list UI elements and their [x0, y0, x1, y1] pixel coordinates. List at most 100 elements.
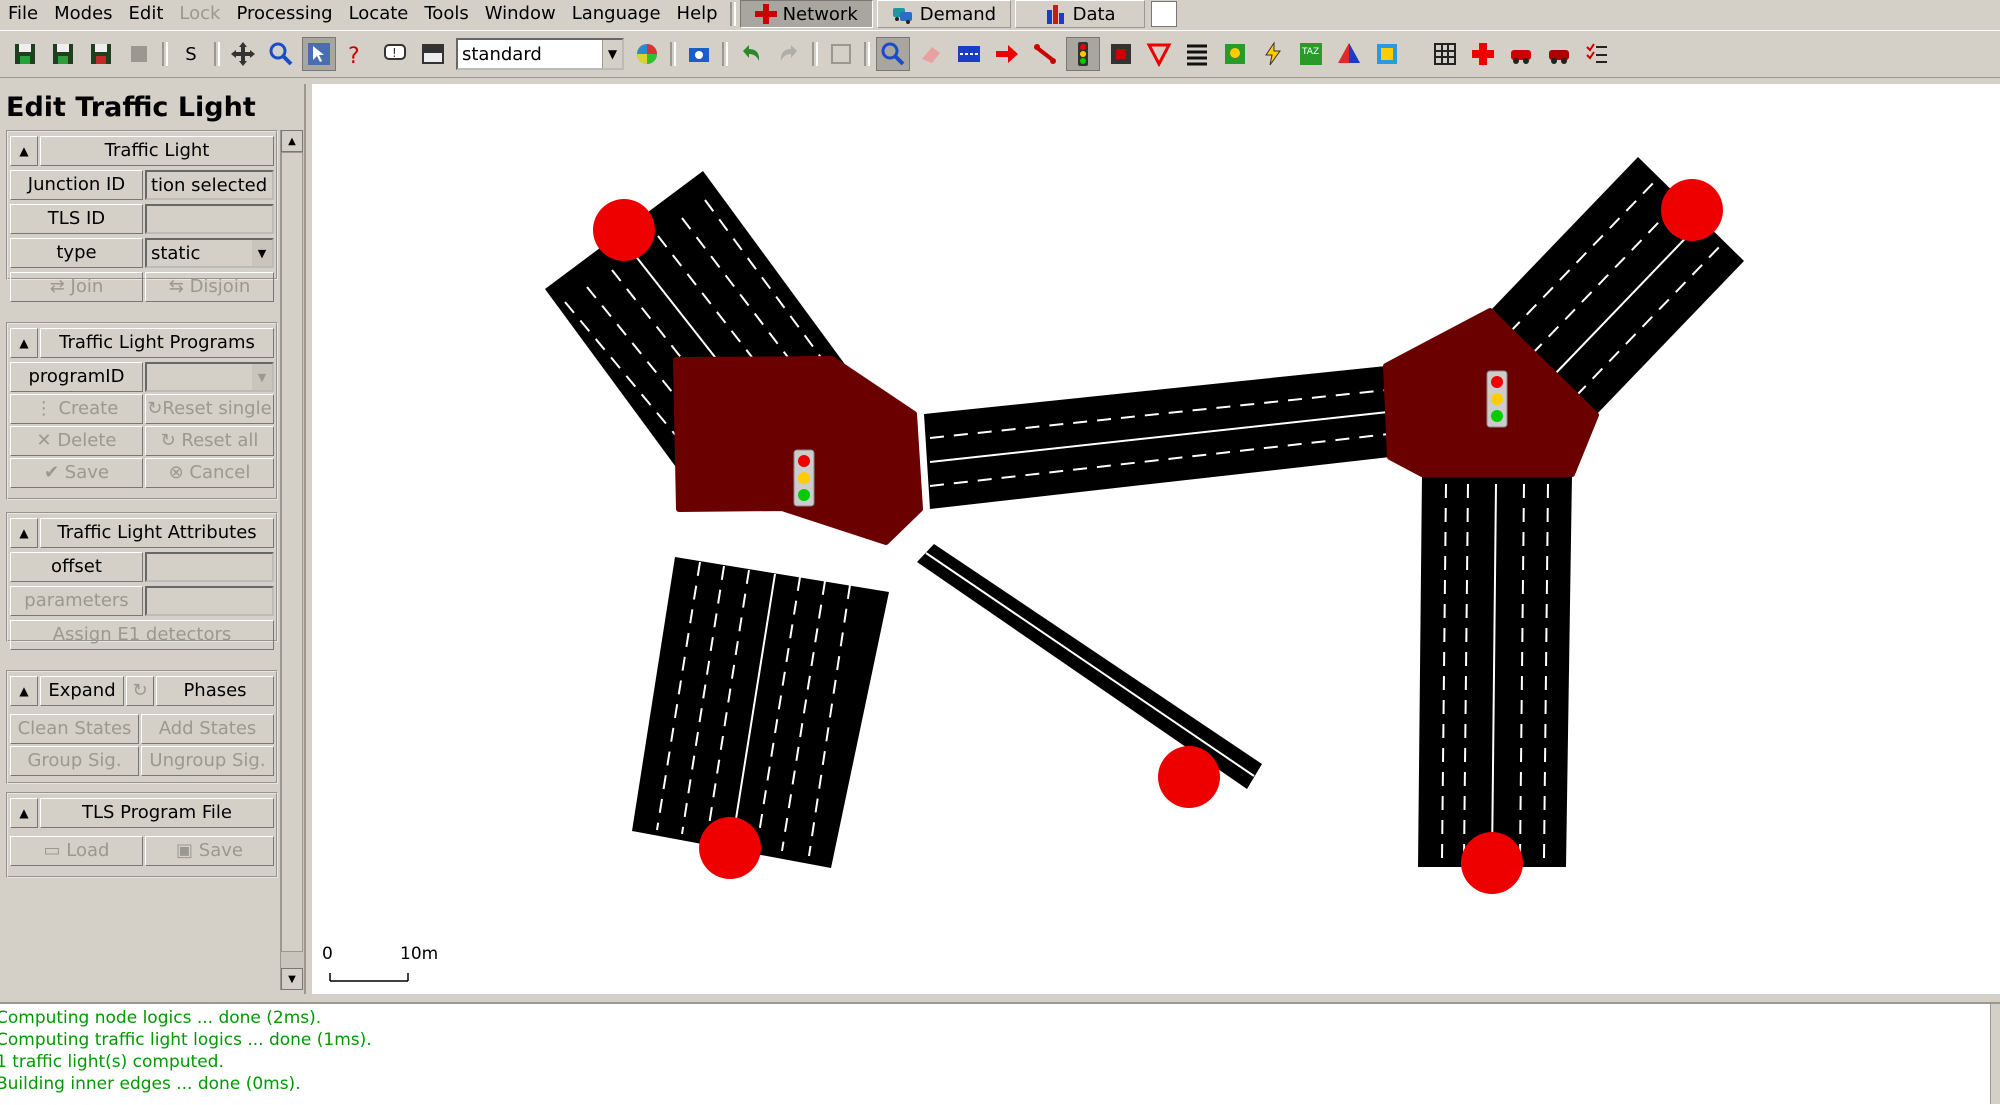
- chevron-down-icon: ▼: [252, 240, 272, 266]
- collapse-programs-button[interactable]: ▲: [10, 328, 38, 358]
- color-wheel-icon[interactable]: [630, 37, 664, 71]
- undo-icon[interactable]: [734, 37, 768, 71]
- additional-mode-icon[interactable]: [1218, 37, 1252, 71]
- node-southwest[interactable]: [699, 817, 761, 879]
- connection-mode-icon[interactable]: [1104, 37, 1138, 71]
- traffic-light-group-title: Traffic Light: [40, 136, 274, 166]
- type-select[interactable]: static ▼: [144, 238, 274, 268]
- screenshot-icon[interactable]: [682, 37, 716, 71]
- compute-icon[interactable]: [824, 37, 858, 71]
- crossing-mode-icon[interactable]: [1180, 37, 1214, 71]
- cancel-program-button[interactable]: ⊗ Cancel: [144, 458, 274, 488]
- menu-help[interactable]: Help: [669, 0, 726, 28]
- menu-language[interactable]: Language: [564, 0, 669, 28]
- menu-tools[interactable]: Tools: [416, 0, 476, 28]
- ungroup-signals-button[interactable]: Ungroup Sig.: [141, 746, 274, 776]
- visualization-scheme-select[interactable]: standard ▼: [456, 38, 624, 70]
- menu-lock[interactable]: Lock: [171, 0, 228, 28]
- data-supermode-button[interactable]: Data: [1015, 0, 1146, 28]
- checklist-icon[interactable]: [1580, 37, 1614, 71]
- menu-modes[interactable]: Modes: [46, 0, 120, 28]
- traffic-light-icon-right[interactable]: [1486, 370, 1508, 428]
- load-program-button[interactable]: ▭ Load: [10, 836, 143, 866]
- menu-locate[interactable]: Locate: [341, 0, 417, 28]
- scroll-up-icon[interactable]: ▲: [281, 130, 303, 152]
- zoom-icon[interactable]: [264, 37, 298, 71]
- collapse-program-file-button[interactable]: ▲: [10, 798, 38, 828]
- select-mode-icon[interactable]: [952, 37, 986, 71]
- offset-field[interactable]: [144, 552, 274, 582]
- collapse-phases-button[interactable]: ▲: [10, 676, 38, 706]
- grid-icon[interactable]: [1428, 37, 1462, 71]
- menu-icon[interactable]: [416, 37, 450, 71]
- junction-id-field[interactable]: tion selected: [144, 170, 274, 200]
- inspect-mode-icon[interactable]: [876, 37, 910, 71]
- move-icon[interactable]: [226, 37, 260, 71]
- vehicle-icon[interactable]: [1504, 37, 1538, 71]
- s-button[interactable]: S: [174, 37, 208, 71]
- add-states-button[interactable]: Add States: [141, 714, 274, 744]
- expand-button[interactable]: Expand: [40, 676, 124, 706]
- polygon-mode-icon[interactable]: [1332, 37, 1366, 71]
- create-edge-icon[interactable]: [1028, 37, 1062, 71]
- network-canvas[interactable]: 0 10m: [312, 84, 2000, 994]
- node-diagonal[interactable]: [1158, 746, 1220, 808]
- phases-refresh-icon[interactable]: ↻: [126, 676, 154, 706]
- save-all-icon[interactable]: [84, 37, 118, 71]
- collapse-attributes-button[interactable]: ▲: [10, 518, 38, 548]
- traffic-light-mode-icon[interactable]: [1066, 37, 1100, 71]
- type-label: type: [10, 238, 143, 268]
- window-restore-icon[interactable]: [1151, 1, 1178, 27]
- network-supermode-button[interactable]: Network: [739, 0, 873, 28]
- collapse-traffic-light-button[interactable]: ▲: [10, 136, 38, 166]
- reset-all-button[interactable]: ↻ Reset all: [144, 426, 274, 456]
- scroll-down-icon[interactable]: ▼: [281, 968, 303, 990]
- create-program-button[interactable]: ⋮ Create: [10, 394, 143, 424]
- save-network-icon[interactable]: [46, 37, 80, 71]
- group-signals-button[interactable]: Group Sig.: [10, 746, 140, 776]
- menu-edit[interactable]: Edit: [121, 0, 172, 28]
- edge-diagonal[interactable]: [917, 544, 1262, 789]
- delete-program-button[interactable]: ✕ Delete: [10, 426, 143, 456]
- scroll-thumb[interactable]: [281, 152, 303, 952]
- open-folder-icon: ▭: [43, 840, 67, 861]
- tooltip-icon[interactable]: !: [378, 37, 412, 71]
- program-id-select[interactable]: ▼: [144, 362, 274, 392]
- prohibition-mode-icon[interactable]: [1142, 37, 1176, 71]
- poi-mode-icon[interactable]: [1370, 37, 1404, 71]
- redo-icon[interactable]: [772, 37, 806, 71]
- taz-mode-icon[interactable]: TAZ: [1294, 37, 1328, 71]
- disjoin-button[interactable]: ⇆ Disjoin: [144, 272, 274, 302]
- junction-shape-icon[interactable]: [1466, 37, 1500, 71]
- demand-supermode-button[interactable]: Demand: [876, 0, 1012, 28]
- inspect-icon[interactable]: ?: [340, 37, 374, 71]
- clean-states-button[interactable]: Clean States: [10, 714, 140, 744]
- select-icon[interactable]: [302, 37, 336, 71]
- join-button[interactable]: ⇄ Join: [10, 272, 143, 302]
- traffic-light-icon-left[interactable]: [793, 449, 815, 507]
- phases-group: ▲ Expand ↻ Phases Clean States Add State…: [6, 670, 278, 784]
- parameters-field[interactable]: [144, 586, 274, 616]
- tls-program-file-group: ▲ TLS Program File ▭ Load ▣ Save: [6, 792, 278, 878]
- save-program-file-button[interactable]: ▣ Save: [144, 836, 274, 866]
- parameters-button[interactable]: parameters: [10, 586, 143, 616]
- menu-file[interactable]: File: [0, 0, 46, 28]
- chevron-down-icon: ▼: [252, 364, 272, 390]
- node-south[interactable]: [1461, 832, 1523, 894]
- wire-mode-icon[interactable]: [1256, 37, 1290, 71]
- menu-processing[interactable]: Processing: [228, 0, 340, 28]
- menu-window[interactable]: Window: [477, 0, 564, 28]
- message-scrollbar[interactable]: [1990, 1004, 2000, 1104]
- node-northeast[interactable]: [1661, 179, 1723, 241]
- delete-mode-icon[interactable]: [914, 37, 948, 71]
- node-northwest[interactable]: [593, 199, 655, 261]
- assign-e1-detectors-button[interactable]: Assign E1 detectors: [10, 620, 274, 650]
- reset-single-button[interactable]: ↻Reset single: [144, 394, 274, 424]
- tls-id-field[interactable]: [144, 204, 274, 234]
- move-mode-icon[interactable]: [990, 37, 1024, 71]
- reload-icon[interactable]: [122, 37, 156, 71]
- save-program-button[interactable]: ✔ Save: [10, 458, 143, 488]
- vehicle-type-icon[interactable]: [1542, 37, 1576, 71]
- new-network-icon[interactable]: [8, 37, 42, 71]
- left-frame-scrollbar[interactable]: ▲ ▼: [280, 130, 304, 990]
